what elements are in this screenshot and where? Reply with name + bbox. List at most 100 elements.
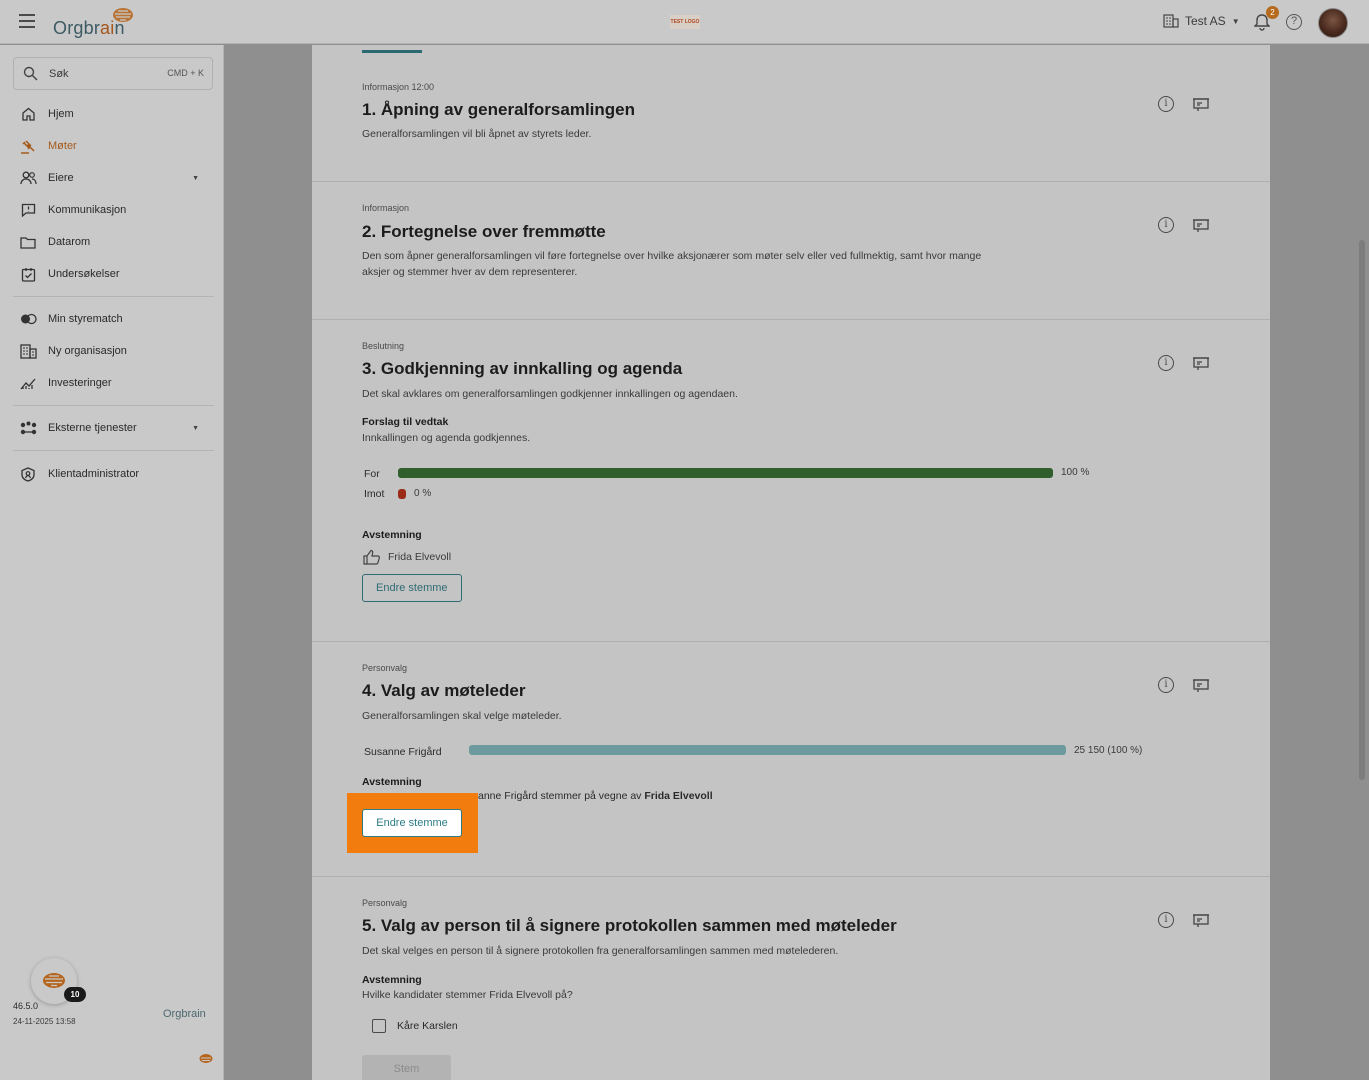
sidebar-item-eiere[interactable]: Eiere ▼ [19, 168, 209, 188]
proposal-text: Innkallingen og agenda godkjennes. [362, 432, 531, 444]
agenda-item-5: Personvalg 5. Valg av person til å signe… [312, 877, 1270, 1080]
brain-icon [113, 8, 133, 22]
candidate-option-label: Kåre Karslen [397, 1020, 458, 1032]
agenda-description: Den som åpner generalforsamlingen vil fø… [362, 250, 982, 278]
thumbs-up-icon [363, 549, 380, 565]
chevron-down-icon: ▼ [1231, 16, 1240, 26]
people-icon [19, 169, 37, 187]
sidebar-item-kommunikasjon[interactable]: Kommunikasjon [19, 200, 209, 220]
voting-question: Hvilke kandidater stemmer Frida Elvevoll… [362, 989, 573, 1001]
sidebar-item-ny-organisasjon[interactable]: Ny organisasjon [19, 341, 209, 361]
agenda-title: 5. Valg av person til å signere protokol… [362, 916, 897, 935]
change-vote-button[interactable]: Endre stemme [362, 809, 462, 837]
agenda-description: Generalforsamlingen vil bli åpnet av sty… [362, 128, 592, 140]
footer-logo: Orgbrain [163, 1008, 206, 1020]
sidebar-item-label: Undersøkelser [48, 268, 120, 280]
chart-icon [19, 374, 37, 392]
build-date: 24-11-2025 13:58 [13, 1017, 76, 1026]
shield-icon [19, 465, 37, 483]
agenda-category: Beslutning [362, 341, 405, 351]
agenda-title: 3. Godkjenning av innkalling og agenda [362, 359, 683, 378]
candidate-checkbox[interactable] [372, 1019, 386, 1033]
sidebar-item-klientadministrator[interactable]: Klientadministrator [19, 464, 209, 484]
info-icon[interactable]: i [1158, 912, 1174, 928]
chevron-down-icon: ▼ [192, 424, 199, 432]
presentation-icon[interactable] [1192, 96, 1210, 112]
brain-icon [43, 973, 65, 988]
sidebar-item-datarom[interactable]: Datarom [19, 232, 209, 252]
agenda-title: 1. Åpning av generalforsamlingen [362, 100, 636, 119]
sidebar-item-min-styrematch[interactable]: Min styrematch [19, 309, 209, 329]
agenda-description: Generalforsamlingen skal velge møteleder… [362, 710, 562, 722]
brain-icon [199, 1054, 213, 1063]
home-icon [19, 105, 37, 123]
sidebar-item-moter[interactable]: Møter [19, 136, 209, 156]
agenda-category: Personvalg [362, 663, 408, 673]
voting-label: Avstemning [362, 776, 422, 788]
menu-icon[interactable] [19, 14, 35, 28]
sidebar-item-investeringer[interactable]: Investeringer [19, 373, 209, 393]
voting-label: Avstemning [362, 974, 422, 986]
against-label: Imot [364, 488, 385, 500]
building-icon [19, 342, 37, 360]
change-vote-button[interactable]: Endre stemme [362, 574, 462, 602]
agenda-description: Det skal velges en person til å signere … [362, 945, 839, 957]
app-version: 46.5.0 [13, 1001, 39, 1011]
vote-button[interactable]: Stem [362, 1055, 451, 1080]
proxy-prefix: anne Frigård stemmer på vegne av [478, 790, 645, 802]
against-value: 0 % [414, 488, 432, 499]
scrollbar[interactable] [1359, 240, 1365, 780]
info-icon[interactable]: i [1158, 677, 1174, 693]
presentation-icon[interactable] [1192, 355, 1210, 371]
avatar[interactable] [1318, 8, 1348, 38]
agenda-title: 2. Fortegnelse over fremmøtte [362, 222, 606, 241]
sidebar-item-label: Klientadministrator [48, 468, 140, 480]
info-icon[interactable]: i [1158, 217, 1174, 233]
for-bar [398, 468, 1053, 478]
proxy-name: Frida Elvevoll [644, 790, 713, 802]
search-placeholder: Søk [49, 68, 69, 80]
agenda-category: Informasjon [362, 203, 410, 213]
search-shortcut: CMD + K [167, 68, 204, 78]
proxy-text: anne Frigård stemmer på vegne av Frida E… [478, 790, 713, 802]
info-icon[interactable]: i [1158, 96, 1174, 112]
search-input[interactable]: Søk CMD + K [13, 57, 213, 90]
sidebar-item-undersokelser[interactable]: Undersøkelser [19, 264, 209, 284]
sidebar-item-hjem[interactable]: Hjem [19, 104, 209, 124]
sidebar-item-label: Min styrematch [48, 313, 123, 325]
agenda-item-2: Informasjon 2. Fortegnelse over fremmøtt… [312, 182, 1270, 320]
gavel-icon [19, 137, 37, 155]
candidate-value: 25 150 (100 %) [1074, 745, 1143, 756]
against-bar [398, 489, 406, 499]
agenda-title: 4. Valg av møteleder [362, 681, 526, 700]
chevron-down-icon: ▼ [192, 174, 199, 182]
voting-label: Avstemning [362, 529, 422, 541]
message-icon [19, 201, 37, 219]
agenda-category: Informasjon 12:00 [362, 82, 435, 92]
presentation-icon[interactable] [1192, 677, 1210, 693]
info-icon[interactable]: i [1158, 355, 1174, 371]
presentation-icon[interactable] [1192, 912, 1210, 928]
sidebar-item-label: Datarom [48, 236, 91, 248]
company-selector[interactable]: Test AS ▼ [1163, 14, 1240, 28]
agenda-category: Personvalg [362, 898, 408, 908]
top-bar: Orgbrain TEST LOGO Test AS ▼ 2 ? [0, 0, 1369, 44]
agenda-item-3: Beslutning 3. Godkjenning av innkalling … [312, 320, 1270, 642]
divider [13, 405, 214, 406]
sidebar-item-label: Kommunikasjon [48, 204, 127, 216]
match-icon [19, 310, 37, 328]
for-value: 100 % [1061, 467, 1090, 478]
company-name: Test AS [1185, 14, 1226, 28]
for-label: For [364, 468, 380, 480]
sidebar-item-label: Ny organisasjon [48, 345, 127, 357]
voter-name: Frida Elvevoll [388, 551, 452, 563]
presentation-icon[interactable] [1192, 217, 1210, 233]
search-icon [23, 66, 38, 81]
sidebar-item-label: Investeringer [48, 377, 112, 389]
help-icon[interactable]: ? [1286, 14, 1302, 30]
candidate-bar [469, 745, 1066, 755]
sidebar-item-eksterne-tjenester[interactable]: Eksterne tjenester ▼ [19, 418, 209, 438]
divider [13, 450, 214, 451]
building-icon [1163, 14, 1179, 28]
agenda-description: Det skal avklares om generalforsamlingen… [362, 388, 738, 400]
